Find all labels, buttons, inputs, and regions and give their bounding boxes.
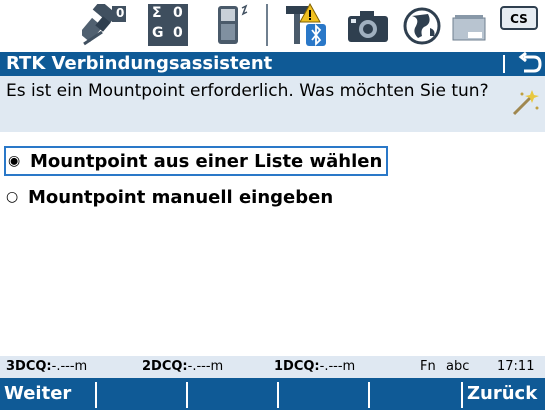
option-manual-entry[interactable]: ○ Mountpoint manuell eingeben — [4, 182, 333, 212]
status-bar: 0 Σ 0 G 0 CS — [0, 0, 545, 52]
continue-button[interactable]: Weiter — [4, 378, 94, 410]
dcq2-readout: 2DCQ:-.---m — [142, 359, 223, 374]
info-bar: 3DCQ:-.---m 2DCQ:-.---m 1DCQ:-.---m Fn a… — [0, 356, 545, 378]
sigma-count: 0 — [173, 5, 183, 21]
softkey-f2[interactable] — [97, 378, 185, 410]
rtk-bluetooth-warning-icon[interactable] — [284, 2, 330, 48]
message-area: Es ist ein Mountpoint erforderlich. Was … — [0, 76, 545, 132]
option-list-selection[interactable]: ◉ Mountpoint aus einer Liste wählen — [4, 146, 389, 176]
radio-unselected-icon: ○ — [6, 189, 19, 205]
controller-icon[interactable] — [214, 4, 250, 46]
sigma-glonass-icon[interactable]: Σ 0 G 0 — [148, 4, 188, 46]
memory-card-icon[interactable] — [452, 14, 486, 42]
back-button[interactable] — [510, 51, 545, 76]
dcq3-label: 3DCQ: — [6, 359, 52, 374]
softkey-f4[interactable] — [279, 378, 367, 410]
input-mode-indicator: abc — [446, 359, 470, 374]
status-separator — [266, 4, 268, 46]
satellite-icon[interactable]: 0 — [79, 0, 128, 46]
message-text: Es ist ein Mountpoint erforderlich. Was … — [6, 81, 489, 101]
option-label: Mountpoint manuell eingeben — [28, 186, 334, 208]
title-divider — [503, 55, 505, 73]
return-arrow-icon — [518, 51, 542, 73]
g-label: G — [152, 25, 164, 41]
satellite-count: 0 — [116, 6, 125, 20]
softkey-divider — [461, 382, 463, 408]
title-bar: RTK Verbindungsassistent — [0, 51, 545, 76]
dcq2-label: 2DCQ: — [142, 359, 188, 374]
clock: 17:11 — [497, 359, 535, 374]
back-softkey-button[interactable]: Zurück — [467, 378, 545, 410]
dcq1-label: 1DCQ: — [274, 359, 320, 374]
cs-badge-icon[interactable]: CS — [500, 6, 538, 30]
dcq1-value: -.---m — [319, 359, 356, 374]
fn-indicator: Fn — [420, 359, 436, 374]
dcq2-value: -.---m — [187, 359, 224, 374]
globe-icon[interactable] — [402, 6, 442, 46]
dcq3-readout: 3DCQ:-.---m — [6, 359, 87, 374]
dcq1-readout: 1DCQ:-.---m — [274, 359, 355, 374]
softkey-bar: Weiter Zurück — [0, 378, 545, 410]
radio-selected-icon: ◉ — [8, 153, 21, 169]
sigma-label: Σ — [152, 5, 162, 21]
dcq3-value: -.---m — [51, 359, 88, 374]
g-count: 0 — [173, 25, 183, 41]
softkey-f5[interactable] — [370, 378, 460, 410]
option-label: Mountpoint aus einer Liste wählen — [30, 150, 383, 172]
cs-badge-label: CS — [510, 12, 528, 26]
page-title: RTK Verbindungsassistent — [6, 53, 273, 74]
magic-wand-icon — [510, 88, 540, 122]
softkey-f3[interactable] — [188, 378, 276, 410]
camera-icon[interactable] — [346, 8, 390, 44]
